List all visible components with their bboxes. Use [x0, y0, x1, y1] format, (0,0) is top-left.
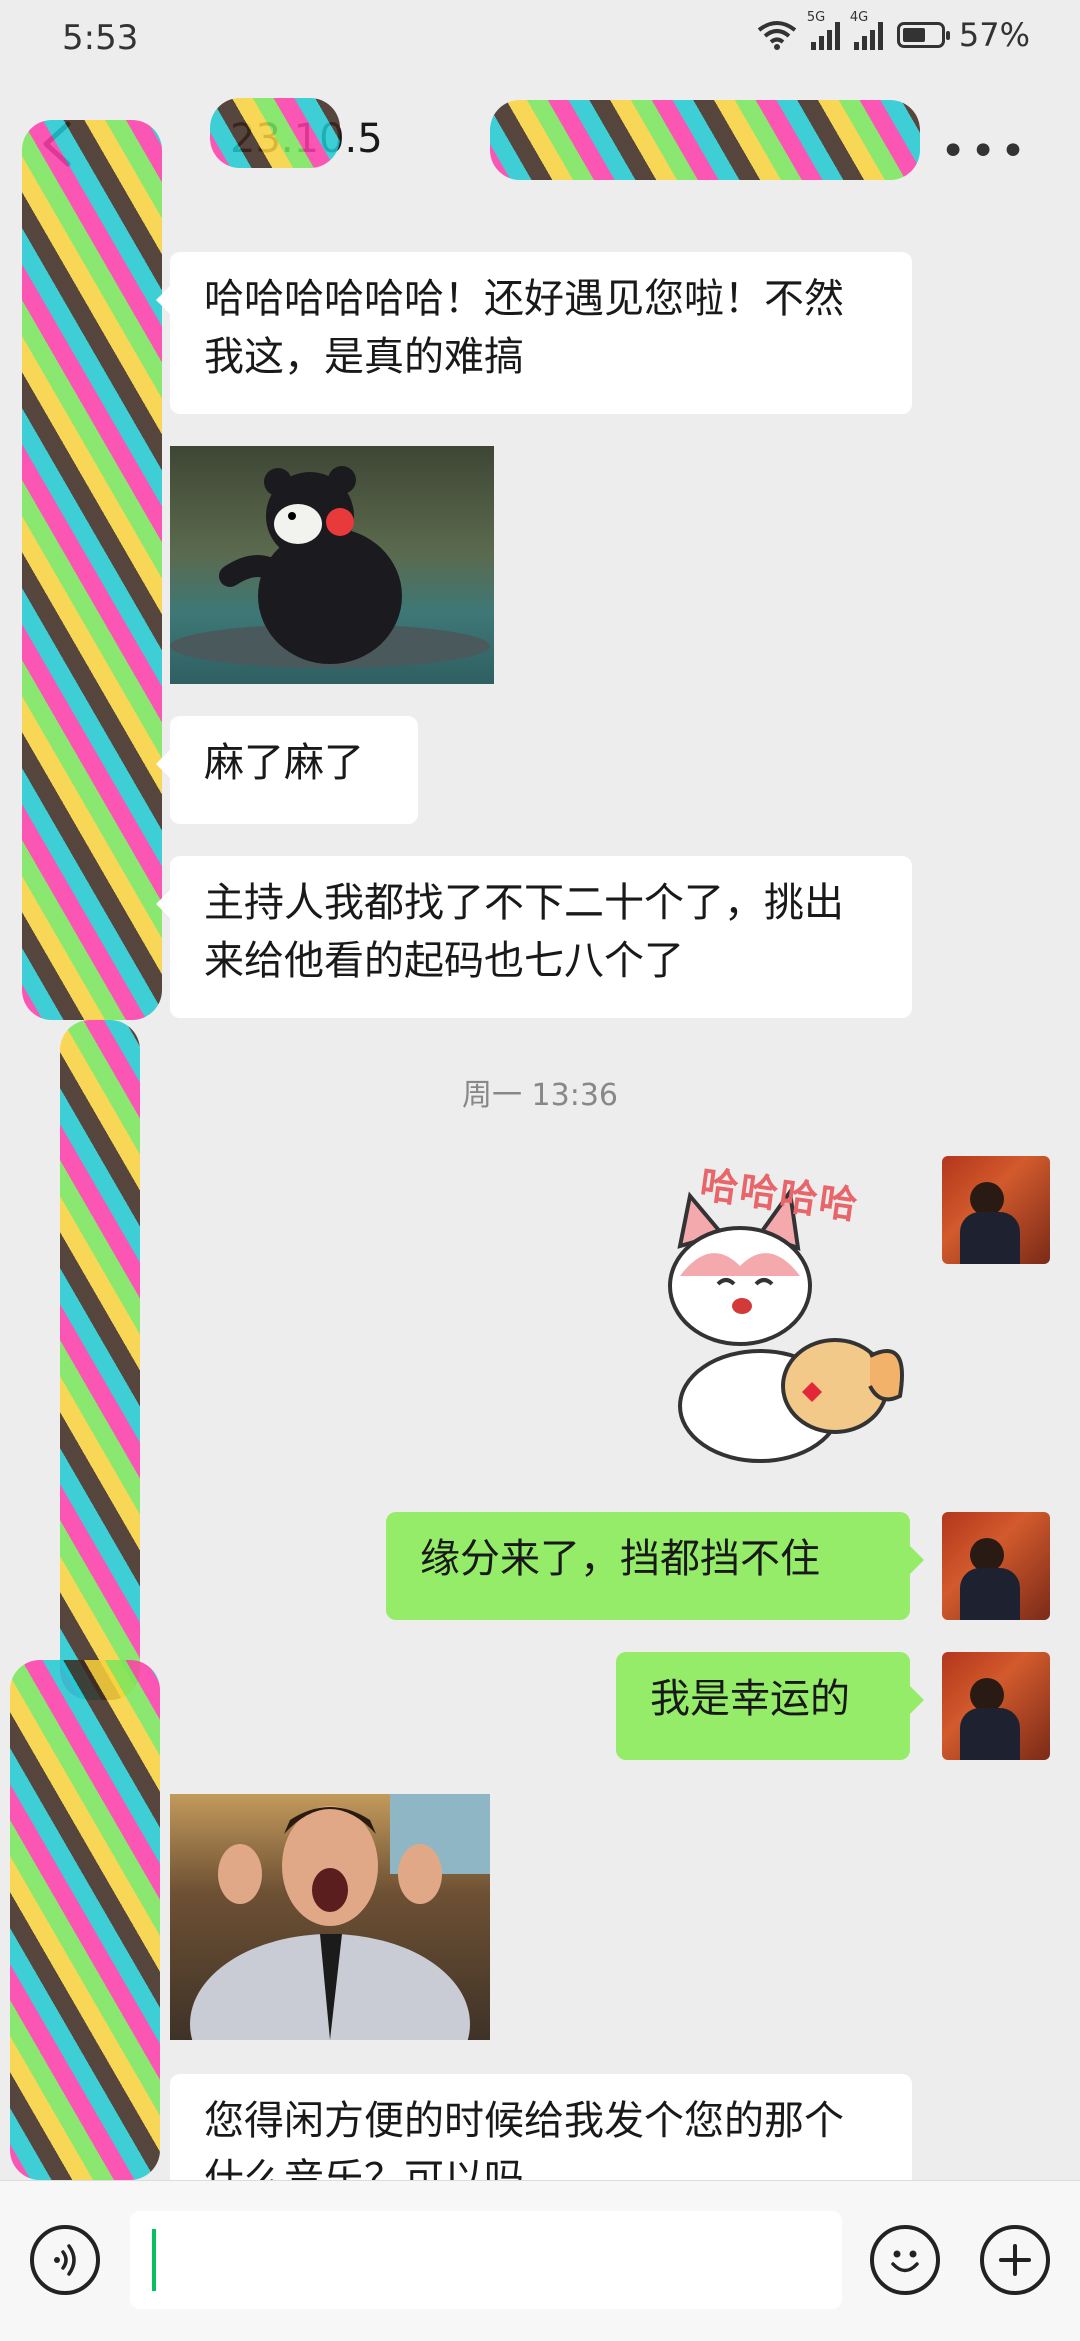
battery-icon — [896, 22, 950, 48]
message-text: 主持人我都找了不下二十个了，挑出来给他看的起码也七八个了 — [204, 880, 844, 984]
message-bubble[interactable]: 麻了麻了 — [156, 716, 418, 824]
message-text: 哈哈哈哈哈哈！还好遇见您啦！不然我这，是真的难搞 — [204, 276, 844, 380]
status-icons: 5G 4G 57% — [757, 10, 1030, 54]
emoji-icon[interactable] — [870, 2225, 940, 2295]
message-text: 麻了麻了 — [204, 740, 364, 786]
message-bubble-sent[interactable]: 我是幸运的 — [616, 1652, 924, 1760]
voice-icon[interactable] — [30, 2225, 100, 2295]
avatar[interactable] — [942, 1652, 1050, 1760]
chat-input-bar — [0, 2180, 1080, 2341]
censor-mark-title-left — [210, 98, 340, 168]
timestamp: 周一 13:36 — [462, 1078, 618, 1113]
signal-4g-icon: 4G — [850, 10, 883, 50]
status-time: 5:53 — [62, 18, 139, 58]
battery-percent: 57% — [958, 16, 1030, 54]
message-text: 缘分来了，挡都挡不住 — [420, 1536, 820, 1582]
network-label-1: 5G — [806, 10, 826, 25]
message-bubble[interactable]: 哈哈哈哈哈哈！还好遇见您啦！不然我这，是真的难搞 — [156, 252, 912, 414]
message-image-kumamon[interactable] — [170, 446, 494, 684]
censor-mark-avatar-column — [22, 120, 162, 1020]
censor-mark-title-right — [490, 100, 920, 180]
text-caret — [152, 2229, 156, 2291]
message-bubble[interactable]: 主持人我都找了不下二十个了，挑出来给他看的起码也七八个了 — [156, 856, 912, 1018]
censor-mark-avatar-column-2 — [60, 1020, 140, 1700]
more-dots-icon[interactable]: ••• — [940, 126, 1030, 177]
message-image-laughing-man[interactable] — [170, 1794, 490, 2040]
avatar[interactable] — [942, 1512, 1050, 1620]
status-bar: 5:53 5G 4G 57% — [0, 0, 1080, 80]
message-sticker-fox[interactable]: 哈哈哈哈 — [630, 1156, 920, 1476]
network-label-2: 4G — [849, 10, 869, 25]
signal-5g-icon: 5G — [807, 10, 840, 50]
avatar[interactable] — [942, 1156, 1050, 1264]
censor-mark-avatar-column-3 — [10, 1660, 160, 2180]
message-input[interactable] — [130, 2211, 842, 2309]
message-bubble-sent[interactable]: 缘分来了，挡都挡不住 — [386, 1512, 924, 1620]
laughing-man-figure — [190, 1794, 490, 2040]
message-text: 我是幸运的 — [650, 1676, 850, 1722]
plus-icon[interactable] — [980, 2225, 1050, 2295]
wifi-icon — [757, 21, 797, 50]
kumamon-figure — [170, 466, 490, 668]
